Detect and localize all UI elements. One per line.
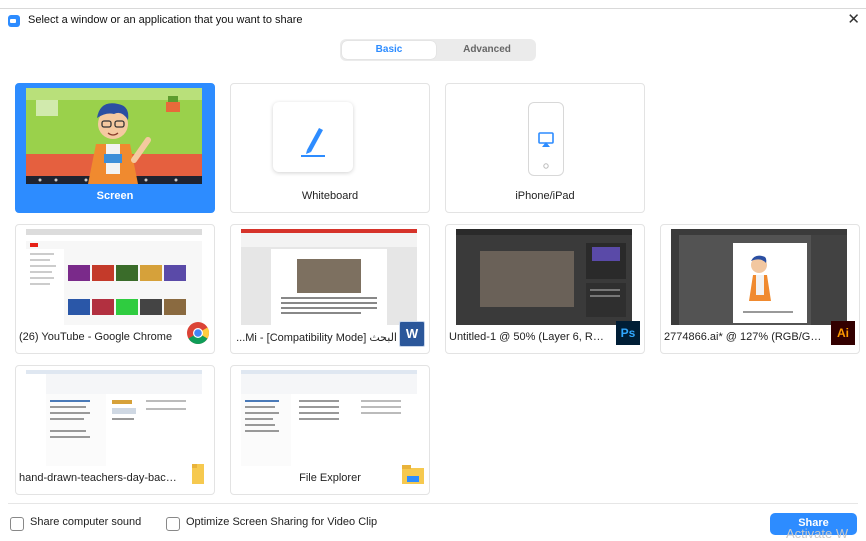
tile-label: 2774866.ai* @ 127% (RGB/GPU Pr...	[664, 331, 827, 343]
share-tile-chrome[interactable]: (26) YouTube - Google Chrome	[15, 224, 215, 354]
airplay-icon	[538, 132, 554, 169]
tab-advanced[interactable]: Advanced	[440, 41, 534, 59]
chrome-icon	[187, 322, 209, 344]
share-computer-sound-checkbox[interactable]	[10, 517, 24, 531]
illustrator-thumbnail	[671, 229, 847, 325]
share-computer-sound-label[interactable]: Share computer sound	[30, 516, 141, 528]
folder-icon	[192, 464, 204, 484]
share-tile-folder[interactable]: hand-drawn-teachers-day-backg...	[15, 365, 215, 495]
photoshop-thumbnail	[456, 229, 632, 325]
share-tile-photoshop[interactable]: Untitled-1 @ 50% (Layer 6, RGB/8... Ps	[445, 224, 645, 354]
illustrator-icon: Ai	[831, 321, 855, 345]
whiteboard-card	[273, 102, 353, 172]
word-thumbnail	[241, 229, 417, 325]
share-tile-file-explorer[interactable]: File Explorer	[230, 365, 430, 495]
tile-label: (26) YouTube - Google Chrome	[19, 331, 173, 343]
pencil-icon	[301, 128, 325, 157]
window-title: Select a window or an application that y…	[28, 14, 303, 26]
tile-label: Whiteboard	[301, 190, 359, 202]
photoshop-icon: Ps	[616, 321, 640, 345]
share-tile-illustrator[interactable]: 2774866.ai* @ 127% (RGB/GPU Pr... Ai	[660, 224, 860, 354]
close-button[interactable]: ✕	[847, 12, 860, 28]
share-tile-word[interactable]: البحث [Compatibility Mode] - Mi... W	[230, 224, 430, 354]
tab-switcher: Basic Advanced	[340, 39, 536, 61]
title-bar: Select a window or an application that y…	[0, 9, 866, 33]
tile-label: البحث [Compatibility Mode] - Mi...	[236, 332, 397, 344]
tile-label: Screen	[96, 190, 134, 202]
file-explorer-icon	[402, 465, 424, 484]
footer-divider	[8, 503, 858, 504]
tile-label: hand-drawn-teachers-day-backg...	[19, 472, 182, 484]
phone-icon	[528, 102, 564, 176]
chrome-thumbnail	[26, 229, 202, 325]
file-explorer-thumbnail	[241, 370, 417, 466]
tile-label: File Explorer	[299, 472, 361, 484]
zoom-camera-icon	[8, 15, 20, 27]
share-tile-screen[interactable]: Screen	[15, 83, 215, 213]
screen-thumbnail	[26, 88, 202, 184]
tile-label: iPhone/iPad	[515, 190, 575, 202]
optimize-video-checkbox[interactable]	[166, 517, 180, 531]
word-icon: W	[399, 321, 425, 347]
tile-label: Untitled-1 @ 50% (Layer 6, RGB/8...	[449, 331, 612, 343]
tab-basic[interactable]: Basic	[342, 41, 436, 59]
explorer-folder-thumbnail	[26, 370, 202, 466]
share-tile-iphone-ipad[interactable]: iPhone/iPad	[445, 83, 645, 213]
optimize-video-label[interactable]: Optimize Screen Sharing for Video Clip	[186, 516, 377, 528]
share-tile-whiteboard[interactable]: Whiteboard	[230, 83, 430, 213]
